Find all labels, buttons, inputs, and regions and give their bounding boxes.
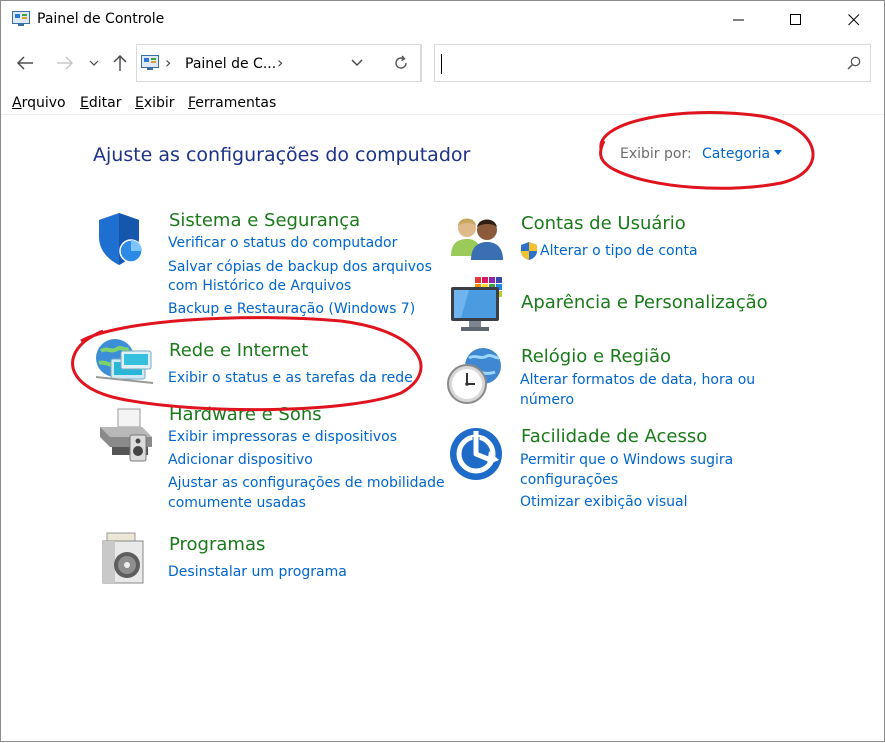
forward-button[interactable]	[53, 51, 77, 75]
link-windows-sugira[interactable]: Permitir que o Windows sugira	[520, 450, 733, 470]
link-desinstalar-programa[interactable]: Desinstalar um programa	[168, 562, 347, 582]
menu-editar[interactable]: Editar	[80, 95, 121, 111]
link-impressoras-dispositivos[interactable]: Exibir impressoras e dispositivos	[168, 427, 397, 447]
category-title-programas[interactable]: Programas	[169, 534, 265, 555]
link-otimizar-exibicao[interactable]: Otimizar exibição visual	[520, 492, 687, 512]
category-title-rede-internet[interactable]: Rede e Internet	[169, 340, 308, 361]
network-globe-icon[interactable]	[93, 337, 155, 389]
menu-ferramentas[interactable]: Ferramentas	[188, 95, 276, 111]
category-title-relogio-regiao[interactable]: Relógio e Região	[521, 346, 671, 367]
menu-accelerator: A	[12, 95, 22, 111]
recent-locations-button[interactable]	[86, 51, 102, 75]
up-arrow-icon	[113, 55, 127, 71]
minimize-button[interactable]	[710, 1, 768, 39]
control-panel-icon	[141, 55, 159, 70]
view-by-label: Exibir por:	[620, 146, 692, 162]
menu-accelerator: E	[135, 95, 144, 111]
menu-accelerator: E	[80, 95, 89, 111]
link-alterar-formatos-cont[interactable]: número	[520, 390, 574, 410]
appearance-icon[interactable]	[449, 277, 507, 333]
refresh-icon	[394, 55, 407, 69]
link-backup-restauracao[interactable]: Backup e Restauração (Windows 7)	[168, 299, 415, 319]
link-salvar-backup-cont[interactable]: com Histórico de Arquivos	[168, 276, 351, 296]
ease-of-access-icon[interactable]	[449, 427, 503, 481]
back-arrow-icon	[17, 56, 33, 70]
link-salvar-backup[interactable]: Salvar cópias de backup dos arquivos	[168, 257, 432, 277]
breadcrumb-separator[interactable]: ›	[277, 53, 283, 72]
category-title-facilidade-acesso[interactable]: Facilidade de Acesso	[521, 426, 707, 447]
refresh-button[interactable]	[380, 44, 422, 82]
search-icon[interactable]	[847, 56, 861, 70]
maximize-icon	[790, 14, 801, 25]
dropdown-arrow-icon	[774, 150, 783, 155]
title-bar[interactable]: Painel de Controle	[1, 1, 884, 39]
text-cursor	[441, 54, 442, 74]
menu-label: xibir	[143, 95, 175, 111]
link-status-rede[interactable]: Exibir o status e as tarefas da rede	[168, 368, 413, 388]
view-by-dropdown[interactable]: Categoria	[702, 146, 783, 162]
breadcrumb-control-panel[interactable]: Painel de C...	[185, 56, 276, 72]
link-alterar-tipo-conta[interactable]: Alterar o tipo de conta	[540, 241, 698, 261]
forward-arrow-icon	[57, 56, 73, 70]
control-panel-icon	[12, 11, 30, 26]
navigation-bar: › Painel de C... ›	[1, 41, 884, 85]
maximize-button[interactable]	[767, 1, 825, 39]
close-button[interactable]	[825, 1, 883, 39]
window-title: Painel de Controle	[37, 11, 165, 27]
link-adicionar-dispositivo[interactable]: Adicionar dispositivo	[168, 450, 313, 470]
control-panel-window: Painel de Controle › Painel de C... › Ar…	[0, 0, 885, 742]
breadcrumb-separator[interactable]: ›	[165, 53, 171, 72]
menu-arquivo[interactable]: Arquivo	[12, 95, 66, 111]
programs-icon[interactable]	[101, 531, 151, 585]
close-icon	[848, 14, 860, 26]
menu-bar: Arquivo Editar Exibir Ferramentas	[1, 93, 884, 115]
link-ajustar-mobilidade[interactable]: Ajustar as configurações de mobilidade	[168, 473, 445, 493]
printer-icon[interactable]	[96, 405, 156, 463]
menu-label: rquivo	[21, 95, 66, 111]
page-title: Ajuste as configurações do computador	[93, 144, 471, 166]
shield-icon[interactable]	[96, 211, 148, 267]
category-title-contas-usuario[interactable]: Contas de Usuário	[521, 213, 686, 234]
address-dropdown-icon[interactable]	[351, 59, 363, 67]
search-input[interactable]	[443, 51, 833, 75]
link-alterar-formatos[interactable]: Alterar formatos de data, hora ou	[520, 370, 755, 390]
category-title-hardware-sons[interactable]: Hardware e Sons	[169, 404, 322, 425]
link-ajustar-mobilidade-cont[interactable]: comumente usadas	[168, 493, 306, 513]
clock-globe-icon[interactable]	[445, 346, 505, 406]
up-button[interactable]	[109, 51, 131, 75]
chevron-down-icon	[89, 60, 99, 66]
minimize-icon	[733, 19, 744, 21]
search-box[interactable]	[434, 44, 871, 82]
menu-label: ditar	[88, 95, 122, 111]
link-verificar-status[interactable]: Verificar o status do computador	[168, 233, 397, 253]
uac-shield-icon	[521, 242, 537, 260]
category-title-sistema-seguranca[interactable]: Sistema e Segurança	[169, 210, 360, 231]
category-title-aparencia-personalizacao[interactable]: Aparência e Personalização	[521, 292, 768, 313]
menu-exibir[interactable]: Exibir	[135, 95, 175, 111]
menu-label: erramentas	[195, 95, 277, 111]
user-accounts-icon[interactable]	[449, 212, 505, 262]
link-windows-sugira-cont[interactable]: configurações	[520, 470, 618, 490]
address-bar[interactable]: › Painel de C... ›	[136, 44, 421, 82]
back-button[interactable]	[13, 51, 37, 75]
view-by-value: Categoria	[702, 146, 771, 162]
